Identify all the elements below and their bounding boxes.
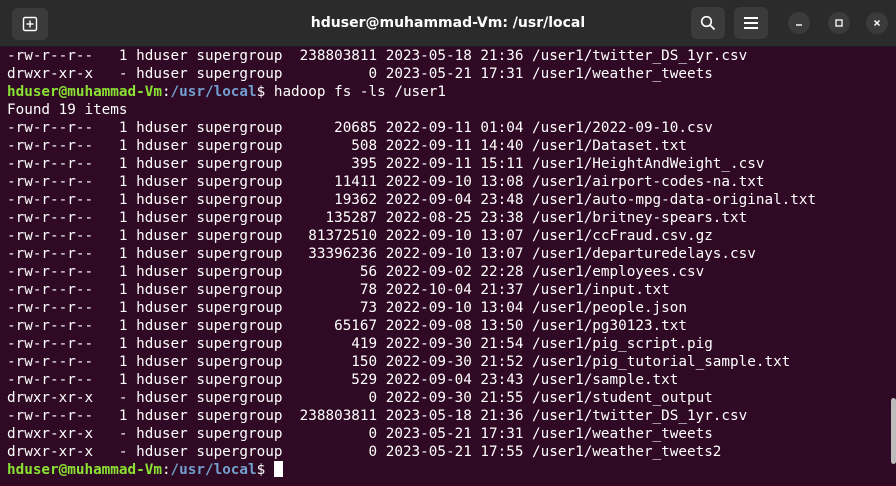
minimize-button[interactable] bbox=[788, 12, 810, 34]
terminal-line: -rw-r--r-- 1 hduser supergroup 33396236 … bbox=[7, 246, 756, 262]
terminal-line: drwxr-xr-x - hduser supergroup 0 2023-05… bbox=[7, 444, 722, 460]
terminal-line: -rw-r--r-- 1 hduser supergroup 11411 202… bbox=[7, 174, 765, 190]
prompt-path: /usr/local bbox=[170, 462, 257, 478]
terminal-output[interactable]: -rw-r--r-- 1 hduser supergroup 238803811… bbox=[0, 47, 880, 486]
search-button[interactable] bbox=[691, 7, 725, 39]
minimize-icon bbox=[796, 24, 802, 26]
terminal-line: -rw-r--r-- 1 hduser supergroup 135287 20… bbox=[7, 210, 748, 226]
terminal-line: -rw-r--r-- 1 hduser supergroup 508 2022-… bbox=[7, 138, 687, 154]
prompt-user: hduser@muhammad-Vm bbox=[7, 462, 162, 478]
terminal-line: -rw-r--r-- 1 hduser supergroup 20685 202… bbox=[7, 120, 713, 136]
terminal-line: drwxr-xr-x - hduser supergroup 0 2022-09… bbox=[7, 390, 713, 406]
terminal-line: -rw-r--r-- 1 hduser supergroup 81372510 … bbox=[7, 228, 713, 244]
maximize-button[interactable] bbox=[828, 12, 850, 34]
prompt-command: $ bbox=[256, 462, 274, 478]
search-icon bbox=[700, 15, 716, 31]
terminal-line: -rw-r--r-- 1 hduser supergroup 395 2022-… bbox=[7, 156, 765, 172]
terminal-line: -rw-r--r-- 1 hduser supergroup 238803811… bbox=[7, 408, 748, 424]
shell-prompt: hduser@muhammad-Vm:/usr/local$ hadoop fs… bbox=[0, 83, 880, 101]
terminal-line: -rw-r--r-- 1 hduser supergroup 529 2022-… bbox=[7, 372, 679, 388]
prompt-path: /usr/local bbox=[170, 84, 257, 100]
terminal-line: -rw-r--r-- 1 hduser supergroup 56 2022-0… bbox=[7, 264, 705, 280]
prompt-separator: : bbox=[161, 84, 171, 100]
terminal-line: drwxr-xr-x - hduser supergroup 0 2023-05… bbox=[7, 426, 713, 442]
terminal-line: -rw-r--r-- 1 hduser supergroup 419 2022-… bbox=[7, 336, 713, 352]
terminal-line: drwxr-xr-x - hduser supergroup 0 2023-05… bbox=[7, 66, 713, 82]
terminal-line: -rw-r--r-- 1 hduser supergroup 65167 202… bbox=[7, 318, 687, 334]
prompt-user: hduser@muhammad-Vm bbox=[7, 84, 162, 100]
terminal-line: -rw-r--r-- 1 hduser supergroup 150 2022-… bbox=[7, 354, 791, 370]
prompt-separator: : bbox=[161, 462, 171, 478]
title-bar: hduser@muhammad-Vm: /usr/local bbox=[0, 0, 896, 47]
close-button[interactable] bbox=[866, 12, 888, 34]
close-icon bbox=[874, 20, 880, 26]
scrollbar[interactable] bbox=[891, 398, 896, 464]
terminal-line: -rw-r--r-- 1 hduser supergroup 78 2022-1… bbox=[7, 282, 670, 298]
hamburger-menu-icon bbox=[744, 17, 758, 29]
shell-prompt: hduser@muhammad-Vm:/usr/local$ bbox=[0, 461, 880, 479]
text-cursor bbox=[273, 461, 283, 477]
terminal-line: -rw-r--r-- 1 hduser supergroup 238803811… bbox=[7, 48, 748, 64]
terminal-line: -rw-r--r-- 1 hduser supergroup 73 2022-0… bbox=[7, 300, 687, 316]
maximize-icon bbox=[835, 19, 843, 27]
menu-button[interactable] bbox=[734, 7, 768, 39]
terminal-line: -rw-r--r-- 1 hduser supergroup 19362 202… bbox=[7, 192, 817, 208]
terminal-line: Found 19 items bbox=[7, 102, 128, 118]
prompt-command: $ hadoop fs -ls /user1 bbox=[256, 84, 446, 100]
